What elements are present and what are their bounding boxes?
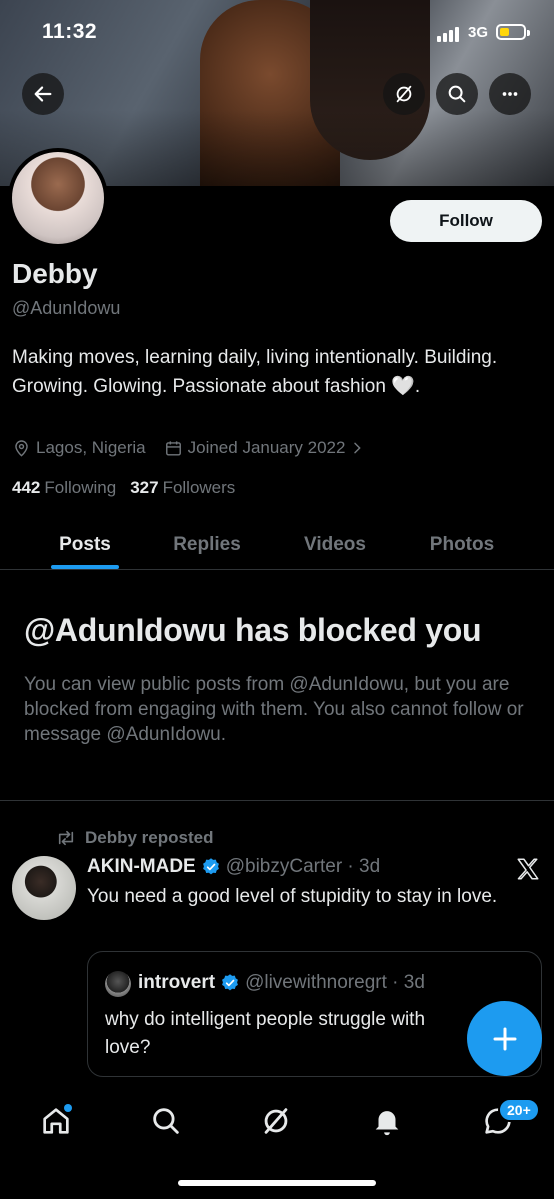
followers-link[interactable]: 327 Followers [130,478,235,498]
repost-icon [58,830,74,846]
profile-tabs: Posts Replies Videos Photos [0,520,554,570]
tweet-header: AKIN-MADE @bibzyCarter · 3d [87,856,380,878]
location-pin-icon [15,439,28,457]
repost-indicator[interactable]: Debby reposted [55,828,213,848]
quoted-avatar [105,971,131,997]
location-item: Lagos, Nigeria [12,438,146,458]
back-arrow-icon [34,86,52,102]
tweet-display-name[interactable]: AKIN-MADE [87,856,196,878]
joined-text: Joined January 2022 [187,438,346,457]
compose-button[interactable] [467,1001,542,1076]
quoted-text: why do intelligent people struggle with … [105,1009,426,1058]
profile-avatar[interactable] [8,148,108,248]
bell-icon [375,1111,399,1136]
follow-button[interactable]: Follow [390,200,542,242]
battery-icon [496,24,530,40]
repost-label: Debby reposted [85,828,214,847]
nav-explore[interactable] [149,1104,183,1138]
nav-grok[interactable] [259,1104,293,1138]
profile-meta: Lagos, Nigeria Joined January 2022 [12,438,388,458]
home-indicator [178,1180,376,1186]
verified-badge-icon [202,858,219,875]
tab-posts[interactable]: Posts [0,520,170,569]
network-label: 3G [468,24,489,41]
grok-icon [396,85,412,103]
messages-badge: 20+ [498,1098,540,1122]
more-button[interactable] [489,73,531,115]
tab-photos[interactable]: Photos [426,520,498,569]
tab-replies[interactable]: Replies [170,520,244,569]
section-divider [0,800,554,801]
x-logo-icon [517,858,539,880]
back-button[interactable] [22,73,64,115]
quoted-handle-time: @livewithnoregrt · 3d [245,972,425,993]
more-dots-icon [502,92,518,96]
status-bar: 11:32 3G [0,18,554,50]
followers-count: 327 [130,478,159,497]
joined-item[interactable]: Joined January 2022 [164,438,371,458]
profile-handle: @AdunIdowu [12,298,121,318]
home-notification-dot [64,1104,72,1112]
grok-icon [264,1108,288,1134]
quoted-header: introvert @livewithnoregrt · 3d [138,972,425,994]
signal-icon [437,26,459,42]
profile-bio: Making moves, learning daily, living int… [12,347,498,397]
profile-stats: 442 Following 327 Followers [12,478,235,498]
status-time: 11:32 [42,20,98,43]
location-text: Lagos, Nigeria [36,438,146,457]
profile-name: Debby [12,258,98,289]
quoted-display-name: introvert [138,972,216,993]
search-icon [448,85,466,103]
blocked-description: You can view public posts from @AdunIdow… [24,674,524,745]
following-link[interactable]: 442 Following [12,478,116,498]
nav-notifications[interactable] [370,1104,404,1138]
avatar-image [12,152,104,244]
chevron-right-icon [354,442,362,454]
calendar-icon [165,440,181,456]
followers-label: Followers [162,478,236,497]
grok-button[interactable] [383,73,425,115]
tab-videos[interactable]: Videos [244,520,426,569]
tweet-handle-time: @bibzyCarter · 3d [225,856,381,877]
search-icon [153,1108,179,1134]
following-label: Following [44,478,117,497]
tweet-avatar[interactable] [12,856,76,920]
plus-icon [493,1027,516,1050]
following-count: 442 [12,478,41,497]
search-button[interactable] [436,73,478,115]
blocked-title: @AdunIdowu has blocked you [24,612,482,648]
verified-badge-icon [222,974,238,991]
tweet-text: You need a good level of stupidity to st… [87,886,498,907]
